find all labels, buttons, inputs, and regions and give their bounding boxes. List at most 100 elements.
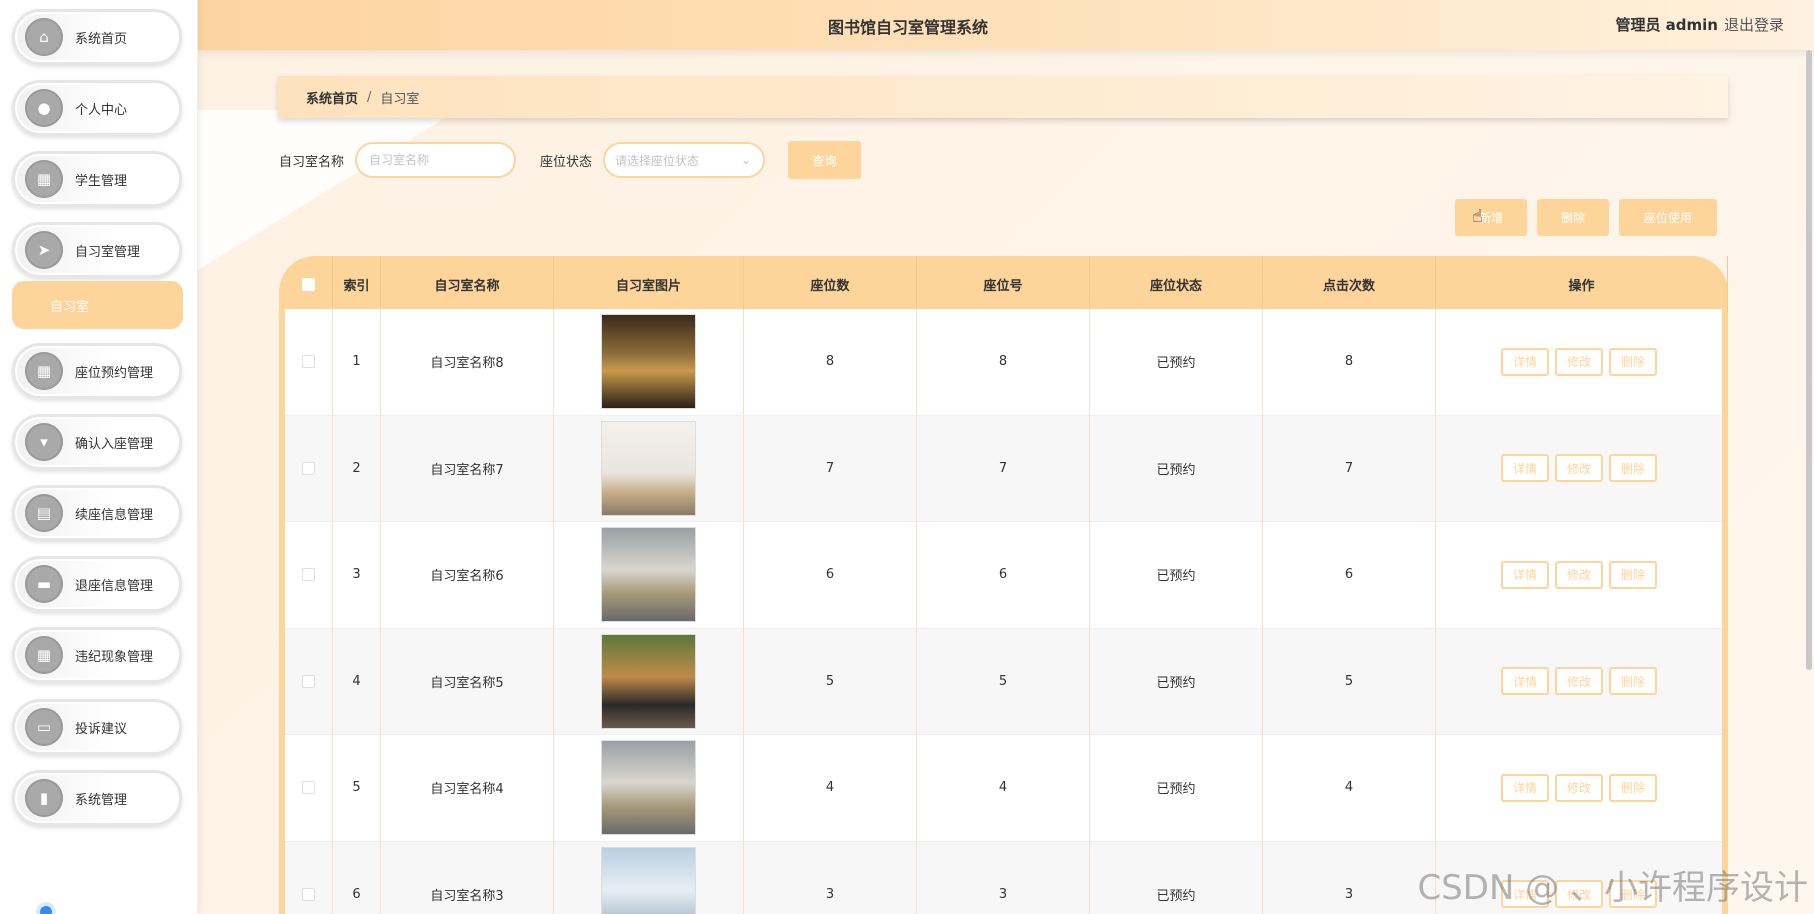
detail-button[interactable]: 详情 bbox=[1501, 667, 1549, 696]
sidebar-item-students[interactable]: ▦ 学生管理 bbox=[12, 151, 182, 207]
cell-seat-number: 8 bbox=[917, 309, 1090, 415]
sidebar-item-complaints[interactable]: ▭ 投诉建议 bbox=[12, 699, 182, 755]
room-thumbnail[interactable] bbox=[601, 420, 696, 516]
row-checkbox[interactable] bbox=[302, 461, 315, 475]
cell-index: 1 bbox=[333, 309, 381, 415]
room-thumbnail[interactable] bbox=[601, 633, 696, 729]
name-search-input[interactable] bbox=[355, 142, 516, 178]
table-row: 5 自习室名称4 4 4 已预约 4 详情 修改 删除 bbox=[285, 735, 1722, 842]
cell-seat-count: 8 bbox=[744, 309, 917, 415]
grid-icon: ▦ bbox=[25, 636, 63, 674]
delete-button[interactable]: 删除 bbox=[1537, 199, 1609, 236]
row-checkbox[interactable] bbox=[302, 887, 315, 901]
sidebar-item-label: 学生管理 bbox=[75, 173, 128, 189]
cell-actions: 详情 修改 删除 bbox=[1436, 629, 1722, 735]
home-icon: ⌂ bbox=[25, 18, 63, 56]
row-select-cell[interactable] bbox=[285, 841, 333, 914]
table-header-cell: 自习室图片 bbox=[554, 256, 744, 313]
row-select-cell[interactable] bbox=[285, 309, 333, 415]
sidebar: ⌂ 系统首页 ● 个人中心 ▦ 学生管理 ➤ 自习室管理 自习室 ▦ 座位预约管… bbox=[0, 0, 198, 914]
sidebar-subitem-study-room[interactable]: 自习室 bbox=[12, 281, 183, 329]
row-select-cell[interactable] bbox=[285, 415, 333, 521]
cell-click-count: 6 bbox=[1263, 522, 1436, 628]
cell-actions: 详情 修改 删除 bbox=[1436, 416, 1722, 522]
sidebar-item-label: 自习室管理 bbox=[75, 244, 141, 260]
edit-button[interactable]: 修改 bbox=[1555, 667, 1603, 696]
cell-seat-count: 7 bbox=[744, 415, 917, 521]
room-thumbnail[interactable] bbox=[601, 527, 696, 623]
cell-click-count: 3 bbox=[1263, 841, 1436, 914]
room-thumbnail[interactable] bbox=[601, 846, 696, 914]
room-thumbnail[interactable] bbox=[601, 314, 696, 410]
cell-index: 2 bbox=[333, 415, 381, 521]
status-select[interactable]: 请选择座位状态 ⌄ bbox=[603, 142, 765, 178]
sidebar-item-label: 座位预约管理 bbox=[75, 365, 154, 381]
row-select-cell[interactable] bbox=[285, 522, 333, 628]
table-row: 1 自习室名称8 8 8 已预约 8 详情 修改 删除 bbox=[285, 309, 1722, 416]
cell-index: 4 bbox=[333, 628, 381, 734]
table-header-cell: 座位状态 bbox=[1090, 256, 1263, 313]
cell-index: 3 bbox=[333, 522, 381, 628]
detail-button[interactable]: 详情 bbox=[1501, 560, 1549, 589]
edit-button[interactable]: 修改 bbox=[1555, 560, 1603, 589]
cell-seat-number: 6 bbox=[917, 522, 1090, 628]
row-checkbox[interactable] bbox=[302, 568, 315, 582]
sidebar-item-return-seat[interactable]: ▬ 退座信息管理 bbox=[12, 556, 182, 612]
row-delete-button[interactable]: 删除 bbox=[1609, 454, 1657, 483]
edit-button[interactable]: 修改 bbox=[1555, 454, 1603, 483]
cell-seat-status: 已预约 bbox=[1090, 415, 1263, 521]
row-delete-button[interactable]: 删除 bbox=[1609, 347, 1657, 376]
add-button[interactable]: 新增 bbox=[1455, 199, 1527, 236]
sidebar-item-confirm-seat[interactable]: ▾ 确认入座管理 bbox=[12, 414, 182, 470]
name-search-label: 自习室名称 bbox=[279, 155, 345, 170]
row-delete-button[interactable]: 删除 bbox=[1609, 667, 1657, 696]
cell-room-image bbox=[554, 309, 744, 415]
grid-icon: ▦ bbox=[25, 160, 63, 198]
row-select-cell[interactable] bbox=[285, 735, 333, 841]
sidebar-item-study-room[interactable]: ➤ 自习室管理 bbox=[12, 222, 182, 278]
query-button[interactable]: 查询 bbox=[788, 141, 861, 179]
edit-button[interactable]: 修改 bbox=[1555, 347, 1603, 376]
detail-button[interactable]: 详情 bbox=[1501, 454, 1549, 483]
sidebar-item-system[interactable]: ▮ 系统管理 bbox=[12, 770, 182, 826]
sidebar-item-profile[interactable]: ● 个人中心 bbox=[12, 80, 182, 136]
seat-use-button[interactable]: 座位使用 bbox=[1619, 199, 1717, 236]
row-delete-button[interactable]: 删除 bbox=[1609, 773, 1657, 802]
detail-button[interactable]: 详情 bbox=[1501, 347, 1549, 376]
cell-seat-status: 已预约 bbox=[1090, 841, 1263, 914]
sidebar-item-label: 续座信息管理 bbox=[75, 507, 154, 523]
breadcrumb-home[interactable]: 系统首页 bbox=[306, 88, 358, 107]
sidebar-item-renew-seat[interactable]: ▤ 续座信息管理 bbox=[12, 485, 182, 541]
scroll-indicator bbox=[36, 902, 56, 914]
cell-seat-number: 5 bbox=[917, 628, 1090, 734]
send-icon: ➤ bbox=[25, 231, 63, 269]
detail-button[interactable]: 详情 bbox=[1501, 773, 1549, 802]
table-body: 1 自习室名称8 8 8 已预约 8 详情 修改 删除 2 自习室名称7 7 7 已预约 7 详情 修改 删除 3 自… bbox=[285, 309, 1722, 914]
row-checkbox[interactable] bbox=[302, 781, 315, 795]
row-delete-button[interactable]: 删除 bbox=[1609, 560, 1657, 589]
table-header: 索引 自习室名称 自习室图片 座位数 座位号 座位状态 点击次数 操作 bbox=[279, 256, 1728, 313]
background-decoration bbox=[198, 110, 458, 270]
row-checkbox[interactable] bbox=[302, 674, 315, 688]
sidebar-item-violations[interactable]: ▦ 违纪现象管理 bbox=[12, 627, 182, 683]
cell-seat-number: 7 bbox=[917, 415, 1090, 521]
cell-seat-number: 4 bbox=[917, 735, 1090, 841]
table-icon: ▤ bbox=[25, 494, 63, 532]
edit-button[interactable]: 修改 bbox=[1555, 773, 1603, 802]
page-scrollbar[interactable] bbox=[1806, 50, 1812, 670]
logout-link[interactable]: 退出登录 bbox=[1724, 14, 1784, 35]
sidebar-item-seat-booking[interactable]: ▦ 座位预约管理 bbox=[12, 343, 182, 399]
status-select-placeholder: 请选择座位状态 bbox=[615, 153, 700, 168]
cell-click-count: 4 bbox=[1263, 735, 1436, 841]
row-checkbox[interactable] bbox=[302, 355, 315, 369]
cell-click-count: 8 bbox=[1263, 309, 1436, 415]
cell-room-image bbox=[554, 415, 744, 521]
select-all-checkbox[interactable] bbox=[302, 278, 315, 291]
row-select-cell[interactable] bbox=[285, 628, 333, 734]
cell-room-name: 自习室名称5 bbox=[381, 628, 554, 734]
header-select-all[interactable] bbox=[285, 256, 333, 313]
cell-room-name: 自习室名称3 bbox=[381, 841, 554, 914]
sidebar-item-home[interactable]: ⌂ 系统首页 bbox=[12, 9, 182, 65]
sidebar-subitem-label: 自习室 bbox=[50, 299, 90, 315]
room-thumbnail[interactable] bbox=[601, 740, 696, 836]
